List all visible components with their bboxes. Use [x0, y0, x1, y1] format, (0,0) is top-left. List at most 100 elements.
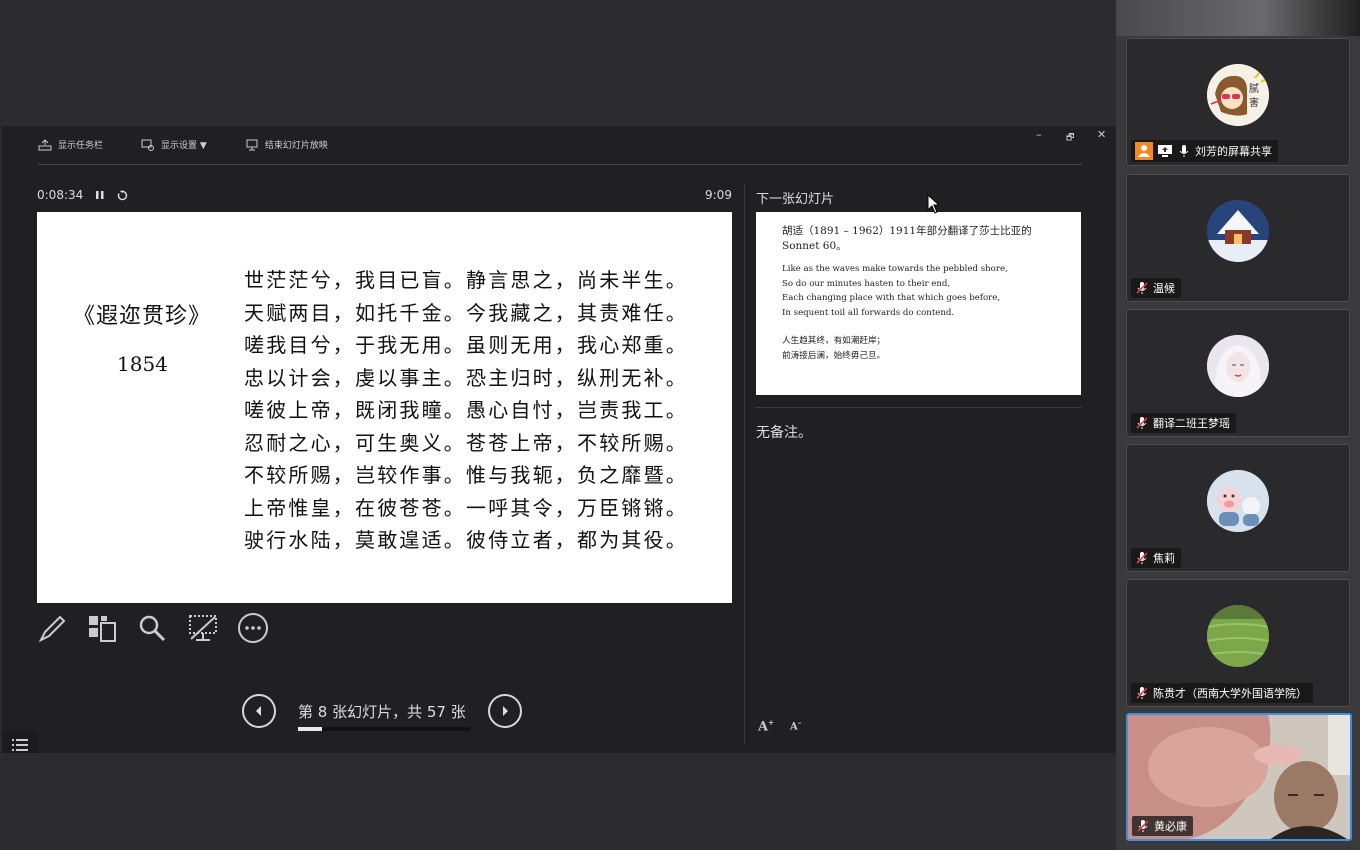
presenter-view: 显示任务栏 显示设置 ▼ 结束幻灯片放映 – 🗗 ✕ 0:08:34 9:09 …	[2, 126, 1116, 753]
slide-navigation: 第 8 张幻灯片，共 57 张	[242, 694, 522, 731]
next-slide-preview[interactable]: 胡适（1891 – 1962）1911年部分翻译了莎士比亚的Sonnet 60。…	[756, 212, 1081, 395]
previous-slide-button[interactable]	[242, 694, 276, 728]
microphone-muted-icon	[1136, 687, 1148, 699]
restore-button[interactable]: 🗗	[1066, 130, 1074, 146]
next-slide-label: 下一张幻灯片	[756, 192, 835, 207]
increase-font-button[interactable]: A+	[758, 718, 774, 734]
participant-tile[interactable]: 腻 害 刘芳的屏幕共享	[1126, 38, 1350, 166]
meeting-top-area	[0, 0, 1116, 126]
participant-tile[interactable]: 焦莉	[1126, 444, 1350, 572]
slide-title: 《遐迩贯珍》	[73, 304, 212, 329]
participant-name: 翻译二班王梦瑶	[1153, 417, 1230, 430]
pen-tool-button[interactable]	[37, 612, 87, 644]
more-icon	[238, 613, 268, 643]
zoom-button[interactable]	[137, 612, 187, 644]
participant-tile[interactable]: 陈贵才（西南大学外国语学院）	[1126, 579, 1350, 707]
increase-font-label: A	[758, 719, 769, 735]
chinese-line: 人生趋其终，有如潮赶岸；	[782, 336, 886, 346]
decrease-font-label: A	[789, 721, 798, 733]
avatar	[1207, 335, 1269, 397]
poem-line: 天赋两目，如托千金。今我藏之，其责难任。	[244, 300, 688, 325]
participant-label: 翻译二班王梦瑶	[1131, 413, 1236, 433]
english-line: In sequent toil all forwards do contend.	[782, 307, 955, 318]
mouse-cursor-icon	[927, 194, 941, 214]
poem-line: 驶行水陆，莫敢遑适。彼侍立者，都为其役。	[244, 528, 688, 552]
magnifier-icon	[139, 615, 166, 642]
elapsed-time: 0:08:34	[37, 188, 84, 202]
poem-line: 上帝惟皇，在彼苍苍。一呼其令，万臣锵锵。	[244, 495, 688, 520]
show-taskbar-button[interactable]: 显示任务栏	[38, 138, 103, 151]
poem-line: 嗟我目兮，于我无用。虽则无用，我心郑重。	[244, 333, 688, 357]
green-field-avatar-icon	[1207, 605, 1269, 667]
minimize-button[interactable]: –	[1036, 128, 1042, 141]
english-line: So do our minutes hasten to their end,	[782, 278, 951, 289]
participant-name: 刘芳的屏幕共享	[1195, 145, 1272, 158]
reset-timer-icon[interactable]	[117, 189, 128, 201]
pen-icon	[38, 615, 66, 643]
slides-grid-icon	[89, 616, 116, 642]
microphone-muted-icon	[1136, 417, 1148, 429]
end-slideshow-button[interactable]: 结束幻灯片放映	[245, 138, 328, 151]
next-slide-heading: 胡适（1891 – 1962）1911年部分翻译了莎士比亚的Sonnet 60。	[782, 225, 1032, 252]
slide-progress-fill	[298, 726, 323, 731]
screen-toggle-icon	[189, 615, 217, 641]
poem-line: 忠以计会，虔以事主。恐主归时，纵刑无补。	[244, 365, 688, 390]
pause-icon[interactable]	[95, 190, 105, 200]
list-icon	[12, 739, 28, 751]
english-line: Like as the waves make towards the pebbl…	[782, 264, 1008, 274]
microphone-muted-icon	[1136, 552, 1148, 564]
participant-label: 黄必康	[1132, 816, 1193, 836]
slide-year: 1854	[117, 352, 168, 376]
english-line: Each changing place with that which goes…	[782, 293, 1001, 303]
participant-name: 温候	[1153, 282, 1175, 295]
participant-label: 焦莉	[1131, 548, 1181, 568]
poem-line: 嗟彼上帝，既闭我瞳。愚心自忖，岂责我工。	[244, 398, 688, 422]
host-icon	[1135, 142, 1153, 160]
avatar	[1207, 605, 1269, 667]
toolbar-divider	[38, 164, 1082, 165]
all-slides-button[interactable]	[87, 612, 137, 644]
end-slideshow-icon	[246, 139, 258, 150]
participant-label: 陈贵才（西南大学外国语学院）	[1131, 683, 1313, 703]
anime-portrait-avatar-icon	[1207, 335, 1269, 397]
next-icon	[502, 706, 508, 716]
cartoon-avatar-icon: 腻 害	[1207, 64, 1269, 126]
slide-poem: 世茫茫兮，我目已盲。静言思之，尚未半生。 天赋两目，如托千金。今我藏之，其责难任…	[244, 264, 688, 557]
avatar-text-2: 害	[1249, 96, 1259, 109]
snow-house-avatar-icon	[1207, 200, 1269, 262]
speaker-notes: 无备注。	[756, 425, 812, 441]
slide-counter: 第 8 张幻灯片，共 57 张	[298, 701, 470, 731]
black-screen-button[interactable]	[187, 612, 237, 644]
more-options-button[interactable]	[237, 612, 287, 644]
avatar	[1207, 470, 1269, 532]
notes-font-controls: A+ A–	[758, 718, 801, 734]
avatar-text-1: 腻	[1249, 83, 1259, 95]
slide-counter-text: 第 8 张幻灯片，共 57 张	[298, 702, 466, 721]
avatar: 腻 害	[1207, 64, 1269, 126]
next-slide-button[interactable]	[487, 694, 522, 728]
poem-line: 忍耐之心，可生奥义。苍苍上帝，不较所赐。	[244, 430, 688, 455]
previous-icon	[256, 706, 261, 716]
avatar	[1207, 200, 1269, 262]
show-taskbar-label: 显示任务栏	[58, 141, 104, 151]
presenter-toolbar: 显示任务栏 显示设置 ▼ 结束幻灯片放映	[38, 138, 366, 151]
participant-tile-active-video[interactable]: 黄必康	[1126, 713, 1352, 841]
poem-line: 世茫茫兮，我目已盲。静言思之，尚未半生。	[244, 268, 688, 292]
screen-share-icon	[1158, 145, 1172, 157]
microphone-muted-icon	[1137, 820, 1149, 832]
participant-name: 黄必康	[1154, 820, 1187, 833]
close-button[interactable]: ✕	[1097, 128, 1106, 141]
participant-sidebar: 腻 害 刘芳的屏幕共享 温候 翻译二班王梦瑶 焦莉 陈贵才（西南大学外国语学院）…	[1116, 0, 1360, 850]
participant-tile[interactable]: 翻译二班王梦瑶	[1126, 309, 1350, 437]
poem-line: 不较所赐，岂较作事。惟与我轭，负之靡暨。	[244, 463, 688, 487]
participant-label: 刘芳的屏幕共享	[1131, 140, 1278, 162]
pane-divider[interactable]	[744, 184, 745, 744]
taskbar-icon	[38, 138, 52, 150]
participant-name: 陈贵才（西南大学外国语学院）	[1153, 687, 1307, 700]
microphone-muted-icon	[1136, 282, 1148, 294]
timer: 0:08:34	[37, 188, 128, 202]
participant-tile[interactable]: 温候	[1126, 174, 1350, 302]
display-settings-button[interactable]: 显示设置 ▼	[141, 138, 207, 151]
next-slide-chinese: 人生趋其终，有如潮赶岸； 前涛接后澜，始终毋己旦。	[782, 334, 885, 363]
decrease-font-button[interactable]: A–	[790, 718, 801, 734]
